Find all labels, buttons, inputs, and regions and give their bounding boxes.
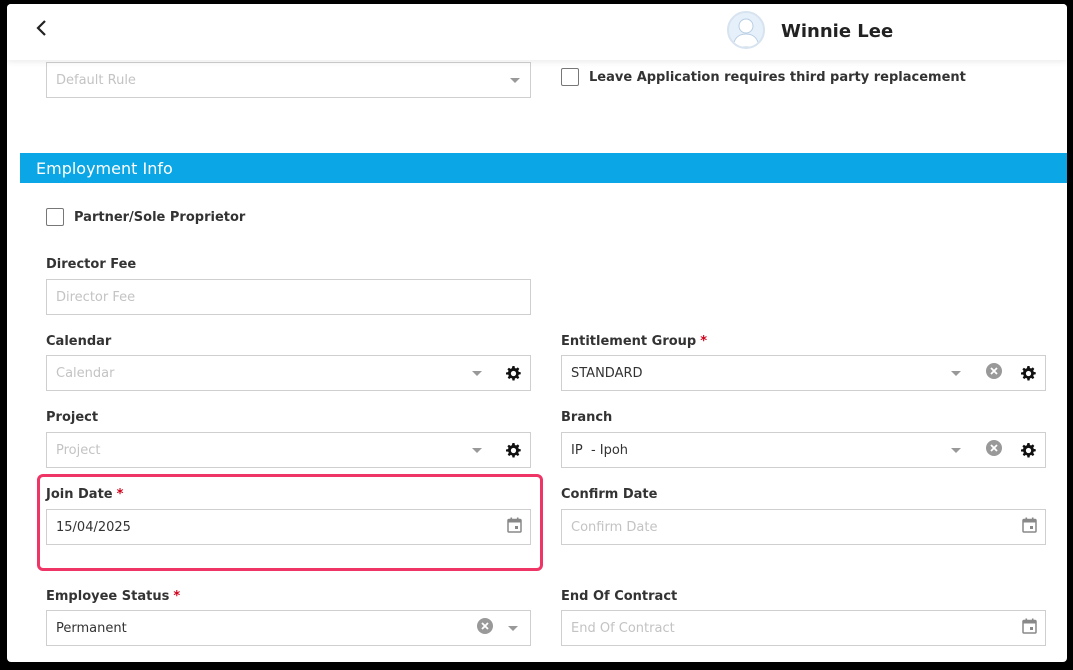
project-placeholder: Project bbox=[56, 442, 101, 458]
project-select[interactable]: Project bbox=[46, 432, 531, 468]
required-mark: * bbox=[700, 334, 708, 349]
end-of-contract-picker-button[interactable] bbox=[1022, 618, 1037, 638]
branch-settings-button[interactable] bbox=[1017, 439, 1039, 461]
project-label: Project bbox=[46, 410, 99, 425]
entitlement-clear-button[interactable] bbox=[985, 362, 1003, 384]
branch-select[interactable]: IP - Ipoh bbox=[561, 432, 1046, 468]
end-of-contract-input[interactable]: End Of Contract bbox=[561, 610, 1046, 646]
branch-label: Branch bbox=[561, 410, 613, 425]
calendar-icon bbox=[1022, 618, 1037, 634]
director-fee-placeholder: Director Fee bbox=[56, 289, 136, 305]
director-fee-input[interactable]: Director Fee bbox=[46, 279, 531, 315]
entitlement-group-label: Entitlement Group * bbox=[561, 334, 708, 349]
employee-status-clear-button[interactable] bbox=[476, 617, 494, 639]
clear-icon bbox=[477, 618, 493, 634]
partner-label: Partner/Sole Proprietor bbox=[74, 210, 246, 225]
calendar-select[interactable]: Calendar bbox=[46, 355, 531, 391]
branch-clear-button[interactable] bbox=[985, 439, 1003, 461]
join-date-highlight bbox=[37, 474, 543, 571]
confirm-date-placeholder: Confirm Date bbox=[571, 519, 658, 535]
partner-checkbox[interactable] bbox=[46, 208, 64, 226]
avatar-icon bbox=[732, 18, 760, 47]
entitlement-group-value: STANDARD bbox=[571, 365, 643, 381]
caret-down-icon bbox=[472, 447, 482, 453]
calendar-icon bbox=[1022, 517, 1037, 533]
caret-down-icon bbox=[510, 77, 520, 83]
confirm-date-label: Confirm Date bbox=[561, 487, 658, 502]
branch-value: IP - Ipoh bbox=[571, 442, 629, 458]
back-button[interactable] bbox=[31, 16, 53, 40]
user-name: Winnie Lee bbox=[781, 21, 894, 42]
gear-icon bbox=[505, 442, 521, 457]
gear-icon bbox=[1020, 442, 1036, 457]
default-rule-placeholder: Default Rule bbox=[56, 72, 136, 88]
calendar-placeholder: Calendar bbox=[56, 365, 115, 381]
end-of-contract-label: End Of Contract bbox=[561, 589, 678, 604]
employee-status-select[interactable]: Permanent bbox=[46, 610, 531, 646]
caret-down-icon bbox=[951, 447, 961, 453]
section-title: Employment Info bbox=[36, 159, 173, 178]
employee-status-value: Permanent bbox=[56, 620, 127, 636]
leave-replacement-checkbox[interactable] bbox=[561, 68, 579, 86]
employee-status-label: Employee Status * bbox=[46, 589, 181, 604]
leave-replacement-label: Leave Application requires third party r… bbox=[589, 70, 966, 85]
clear-icon bbox=[986, 363, 1002, 379]
caret-down-icon bbox=[472, 370, 482, 376]
calendar-settings-button[interactable] bbox=[502, 362, 524, 384]
end-of-contract-placeholder: End Of Contract bbox=[571, 620, 675, 636]
default-rule-select[interactable]: Default Rule bbox=[46, 62, 531, 98]
project-settings-button[interactable] bbox=[502, 439, 524, 461]
avatar[interactable] bbox=[727, 11, 765, 49]
director-fee-label: Director Fee bbox=[46, 257, 137, 272]
caret-down-icon bbox=[951, 370, 961, 376]
caret-down-icon bbox=[508, 625, 518, 631]
confirm-date-input[interactable]: Confirm Date bbox=[561, 509, 1046, 545]
app-window: Winnie Lee Default Rule Leave Applicatio… bbox=[7, 4, 1067, 662]
employment-info-section-header: Employment Info bbox=[20, 153, 1067, 183]
calendar-label: Calendar bbox=[46, 334, 112, 349]
gear-icon bbox=[505, 365, 521, 380]
confirm-date-picker-button[interactable] bbox=[1022, 517, 1037, 537]
entitlement-settings-button[interactable] bbox=[1017, 362, 1039, 384]
top-header: Winnie Lee bbox=[7, 4, 1067, 60]
gear-icon bbox=[1020, 365, 1036, 380]
clear-icon bbox=[986, 440, 1002, 456]
required-mark: * bbox=[173, 589, 181, 604]
entitlement-group-select[interactable]: STANDARD bbox=[561, 355, 1046, 391]
chevron-left-icon bbox=[36, 20, 46, 36]
